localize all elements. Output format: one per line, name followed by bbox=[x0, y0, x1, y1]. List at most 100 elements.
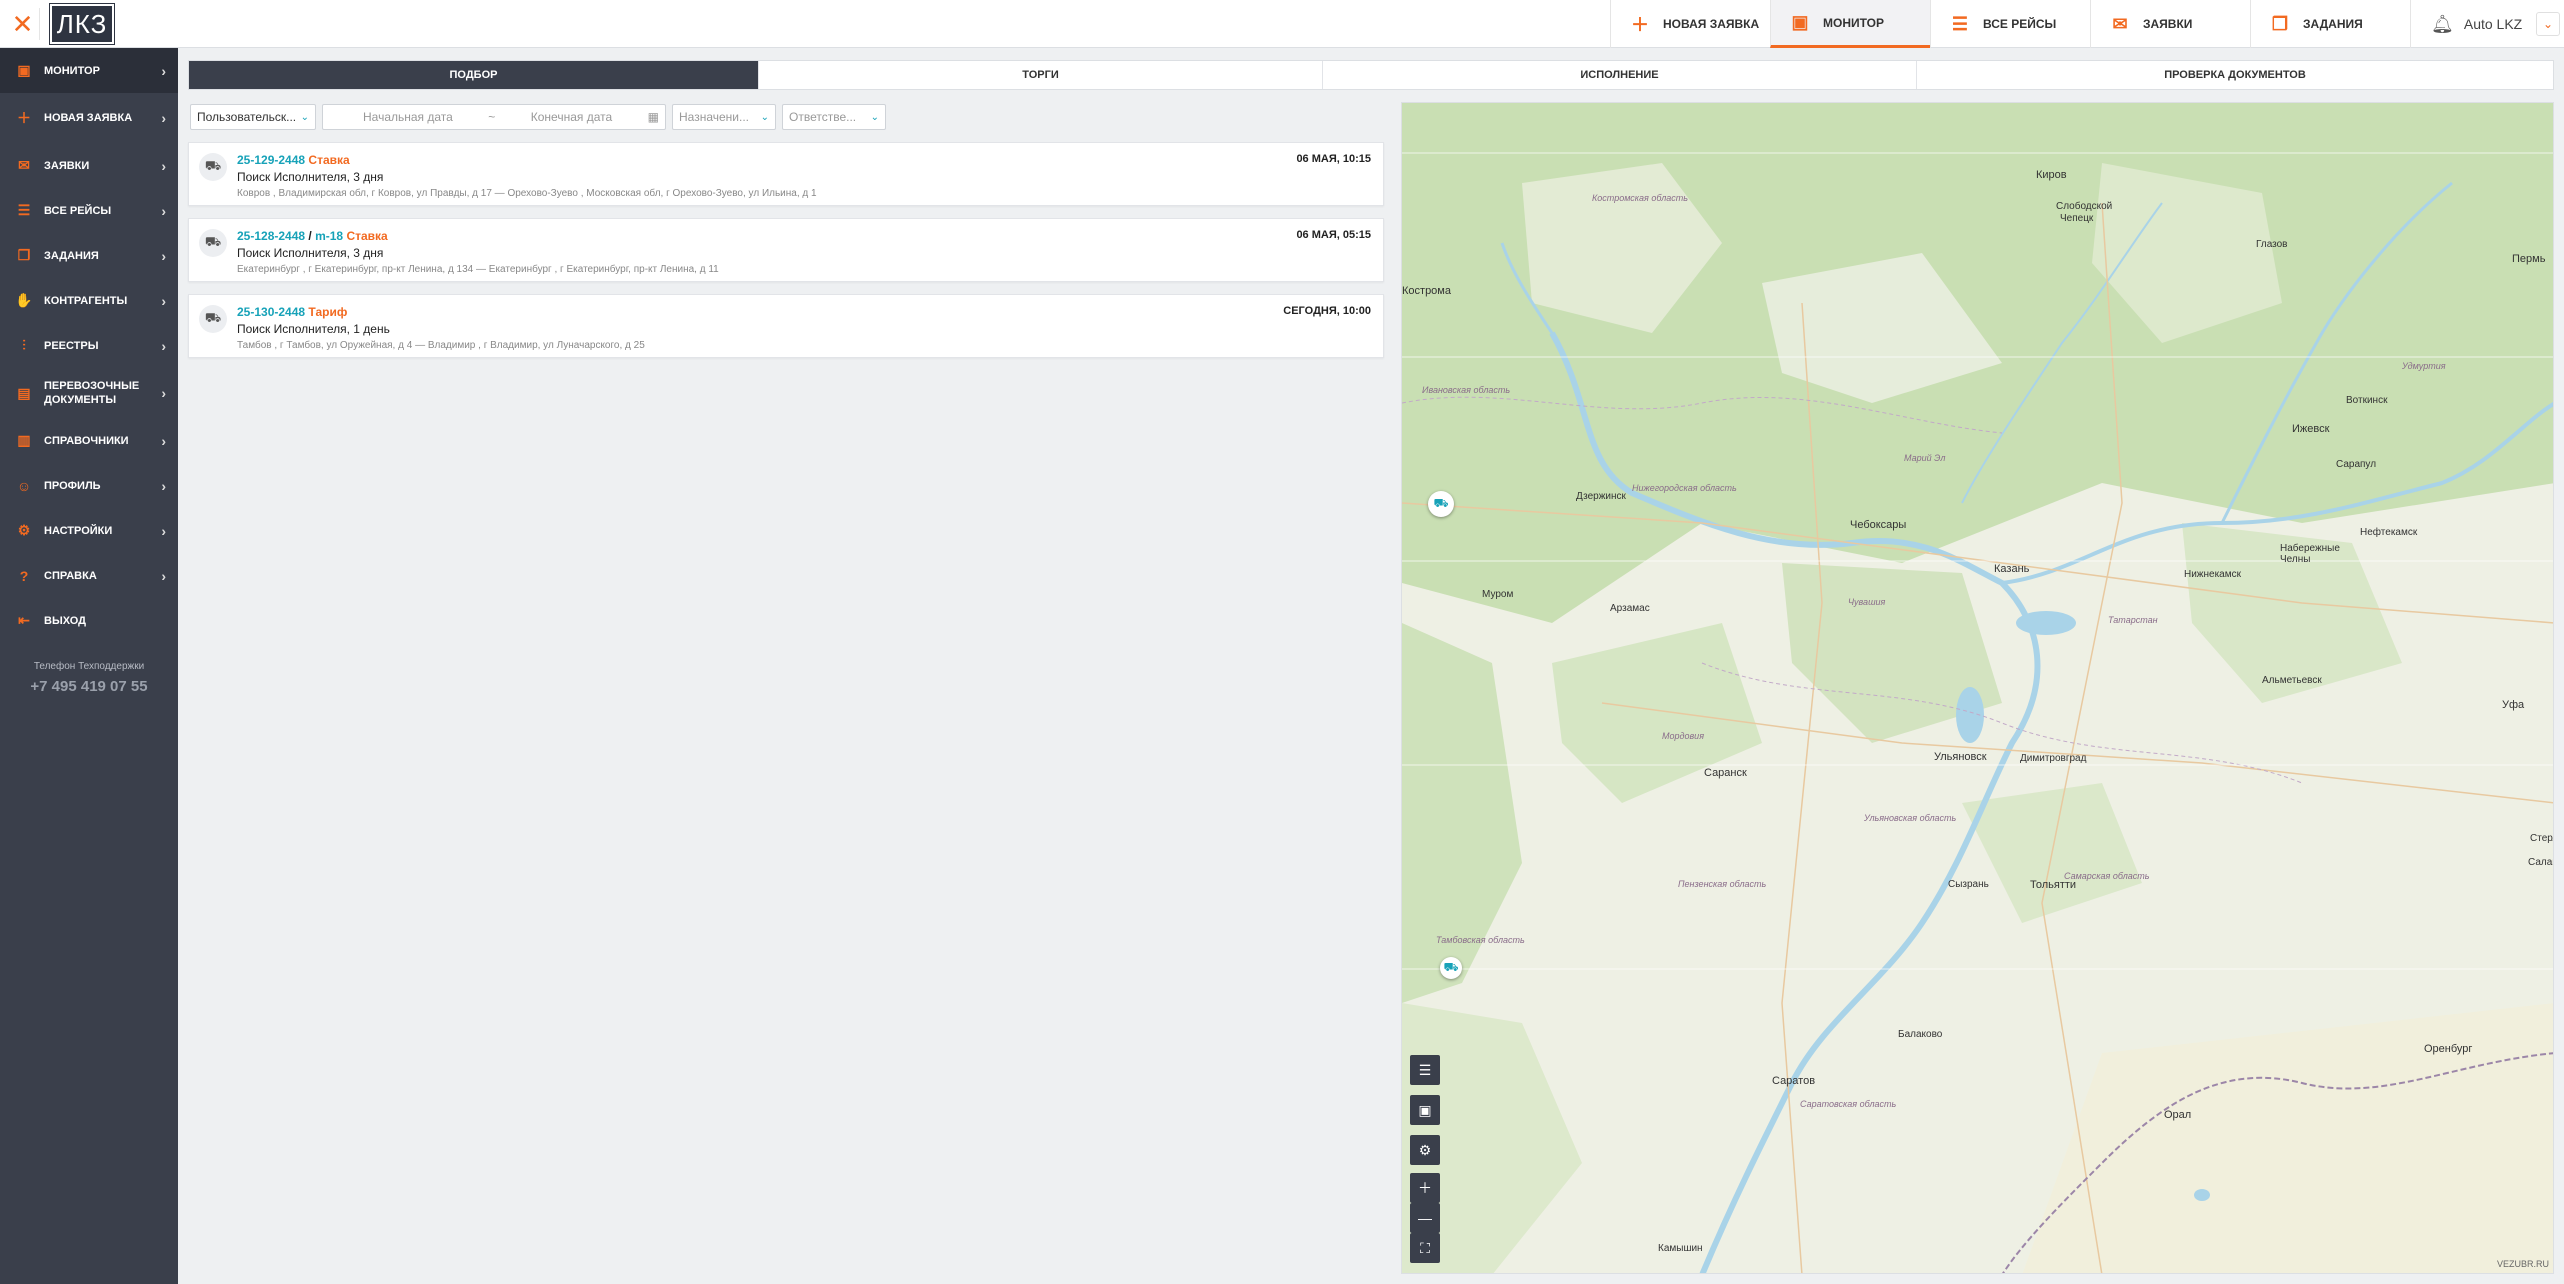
nav-tasks[interactable]: ❒ Задания bbox=[2250, 0, 2410, 48]
fullscreen-icon[interactable]: ⛶ bbox=[1410, 1233, 1440, 1263]
order-extra-number[interactable]: m-18 bbox=[315, 229, 343, 243]
document-icon: ▤ bbox=[17, 384, 31, 401]
chevron-down-icon: ⌄ bbox=[760, 111, 769, 123]
sidebar-item-transport-docs[interactable]: ▤ Перевозочные документы › bbox=[0, 368, 178, 418]
order-status: Поиск Исполнителя, 3 дня bbox=[237, 246, 384, 260]
sidebar-item-all-trips[interactable]: ☰ Все рейсы › bbox=[0, 188, 178, 233]
map-truck-marker[interactable]: ⛟ bbox=[1440, 957, 1462, 979]
zoom-in-button[interactable]: ＋ bbox=[1410, 1173, 1440, 1203]
map-city-label: Арзамас bbox=[1610, 603, 1650, 614]
calendar-icon[interactable]: ▦ bbox=[648, 110, 659, 124]
start-date-input[interactable]: Начальная дата bbox=[363, 110, 453, 124]
order-status: Поиск Исполнителя, 1 день bbox=[237, 322, 390, 336]
responsible-filter-select[interactable]: Ответстве... ⌄ bbox=[782, 104, 886, 130]
sidebar-item-help[interactable]: ? Справка › bbox=[0, 553, 178, 598]
destination-filter-select[interactable]: Назначени... ⌄ bbox=[672, 104, 776, 130]
order-kind: Ставка bbox=[308, 153, 350, 167]
chevron-down-icon[interactable]: ⌄ bbox=[2536, 12, 2560, 36]
nav-orders[interactable]: ✉ Заявки bbox=[2090, 0, 2250, 48]
map-truck-marker[interactable]: ⛟ bbox=[1428, 491, 1454, 517]
end-date-input[interactable]: Конечная дата bbox=[531, 110, 612, 124]
chevron-right-icon: › bbox=[161, 522, 166, 539]
map-list-icon[interactable]: ☰ bbox=[1410, 1055, 1440, 1085]
map-region-label: Нижегородская область bbox=[1632, 483, 1737, 493]
map-settings-icon[interactable]: ⚙ bbox=[1410, 1135, 1440, 1165]
support-phone[interactable]: +7 495 419 07 55 bbox=[0, 678, 178, 695]
order-kind: Тариф bbox=[308, 305, 348, 319]
map-city-label: Дзержинск bbox=[1576, 491, 1626, 502]
sidebar-item-tasks[interactable]: ❒ Задания › bbox=[0, 233, 178, 278]
map-city-label: Набережные Челны bbox=[2280, 543, 2340, 565]
nav-all-trips[interactable]: ☰ Все рейсы bbox=[1930, 0, 2090, 48]
chevron-down-icon: ⌄ bbox=[300, 111, 309, 123]
order-route: Ковров , Владимирская обл, г Ковров, ул … bbox=[237, 188, 817, 199]
monitor-icon: ▣ bbox=[1791, 12, 1809, 32]
map-city-label: Глазов bbox=[2256, 239, 2288, 250]
envelope-icon: ✉ bbox=[18, 157, 30, 173]
list-icon: ☰ bbox=[17, 202, 31, 218]
order-card[interactable]: ⛟ 25-128-2448 / m-18 Ставка 06 мая, 05:1… bbox=[188, 218, 1384, 282]
order-status: Поиск Исполнителя, 3 дня bbox=[237, 170, 384, 184]
tab-auction[interactable]: Торги bbox=[759, 61, 1323, 89]
sidebar-item-settings[interactable]: ⚙ Настройки › bbox=[0, 508, 178, 553]
top-nav: ＋ Новая заявка ▣ Монитор ☰ Все рейсы ✉ Заявк… bbox=[1610, 0, 2410, 48]
chevron-right-icon: › bbox=[161, 477, 166, 494]
map-city-label: Стерлитамак bbox=[2530, 833, 2553, 844]
map-attribution[interactable]: VEZUBR.RU bbox=[2497, 1259, 2549, 1269]
map-city-label: Чебоксары bbox=[1850, 519, 1907, 531]
chevron-right-icon: › bbox=[161, 337, 166, 354]
tab-doc-check[interactable]: Проверка документов bbox=[1917, 61, 2553, 89]
map-city-label: Орал bbox=[2164, 1109, 2192, 1121]
order-route: Тамбов , г Тамбов, ул Оружейная, д 4 — В… bbox=[237, 340, 645, 351]
date-range-picker[interactable]: Начальная дата ~ Конечная дата ▦ bbox=[322, 104, 666, 130]
map-city-label: Ульяновск bbox=[1934, 751, 1987, 763]
map-region-label: Ульяновская область bbox=[1864, 813, 1957, 823]
map-city-label: Кострома bbox=[1402, 285, 1451, 297]
truck-icon: ⛟ bbox=[199, 229, 227, 257]
monitor-icon: ▣ bbox=[17, 62, 31, 78]
bell-icon[interactable]: 🔔︎ bbox=[2431, 14, 2454, 35]
zoom-out-button[interactable]: — bbox=[1410, 1203, 1440, 1233]
map-city-label: Киров bbox=[2036, 169, 2067, 181]
map-city-label: Сызрань bbox=[1948, 879, 1989, 890]
sidebar-item-monitor[interactable]: ▣ Монитор › bbox=[0, 48, 178, 93]
sidebar-item-logout[interactable]: ⇤ Выход bbox=[0, 598, 178, 643]
map-region-label: Пензенская область bbox=[1678, 879, 1767, 889]
section-tabs: Подбор Торги Исполнение Проверка докумен… bbox=[188, 60, 2554, 90]
map-city-label: Нижнекамск bbox=[2184, 569, 2241, 580]
sidebar-item-profile[interactable]: ☺ Профиль › bbox=[0, 463, 178, 508]
chevron-right-icon: › bbox=[161, 62, 166, 79]
sidebar-item-orders[interactable]: ✉ Заявки › bbox=[0, 143, 178, 188]
map-city-label: Оренбург bbox=[2424, 1043, 2473, 1055]
map-city-label: Ижевск bbox=[2292, 423, 2330, 435]
order-number[interactable]: 25-128-2448 bbox=[237, 229, 305, 243]
user-filter-select[interactable]: Пользовательск... ⌄ bbox=[190, 104, 316, 130]
close-icon[interactable]: ✕ bbox=[6, 8, 40, 40]
order-card[interactable]: ⛟ 25-130-2448 Тариф Сегодня, 10:00 Поиск… bbox=[188, 294, 1384, 358]
tab-selection[interactable]: Подбор bbox=[189, 61, 759, 89]
user-menu[interactable]: 🔔︎ Auto LKZ ⌄ bbox=[2410, 0, 2564, 48]
order-number[interactable]: 25-129-2448 bbox=[237, 153, 305, 167]
sidebar-item-registries[interactable]: ⫶ Реестры › bbox=[0, 323, 178, 368]
nav-new-order[interactable]: ＋ Новая заявка bbox=[1610, 0, 1770, 48]
envelope-icon: ✉ bbox=[2112, 13, 2128, 34]
sidebar-item-directories[interactable]: ▥ Справочники › bbox=[0, 418, 178, 463]
order-card[interactable]: ⛟ 25-129-2448 Ставка 06 мая, 10:15 Поиск… bbox=[188, 142, 1384, 206]
map-city-label: Нефтекамск bbox=[2360, 527, 2418, 538]
plus-icon: ＋ bbox=[17, 110, 31, 126]
nav-monitor[interactable]: ▣ Монитор bbox=[1770, 0, 1930, 48]
app-logo[interactable]: ЛКЗ bbox=[49, 3, 115, 45]
map-city-label: Камышин bbox=[1658, 1243, 1703, 1254]
chevron-right-icon: › bbox=[161, 292, 166, 309]
map-region-label: Мордовия bbox=[1662, 731, 1704, 741]
map-view[interactable]: Киров Пермь Кострома Ижевск Чебоксары Ка… bbox=[1401, 102, 2554, 1274]
support-label: Телефон Техподдержки bbox=[33, 661, 145, 672]
map-layers-icon[interactable]: ▣ bbox=[1410, 1095, 1440, 1125]
chevron-right-icon: › bbox=[161, 202, 166, 219]
order-number[interactable]: 25-130-2448 bbox=[237, 305, 305, 319]
sidebar-item-contractors[interactable]: ✋ Контрагенты › bbox=[0, 278, 178, 323]
order-date: 06 мая, 10:15 bbox=[1296, 153, 1371, 165]
sidebar: ▣ Монитор › ＋ Новая заявка › ✉ Заявки › ☰ Все р… bbox=[0, 48, 178, 1284]
sidebar-item-new-order[interactable]: ＋ Новая заявка › bbox=[0, 93, 178, 143]
tab-execution[interactable]: Исполнение bbox=[1323, 61, 1917, 89]
